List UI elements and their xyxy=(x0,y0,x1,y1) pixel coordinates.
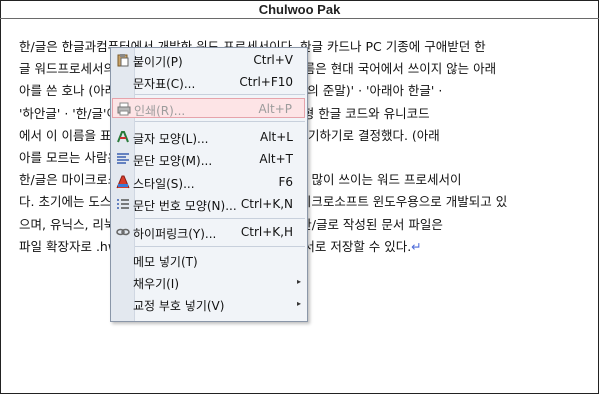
menu-separator xyxy=(135,121,305,122)
menu-item-paragraph-shape[interactable]: 문단 모양(M)... Alt+T xyxy=(112,149,305,169)
menu-item-char-shape[interactable]: 글자 모양(L)... Alt+L xyxy=(112,127,305,147)
style-icon xyxy=(116,175,130,189)
menu-separator xyxy=(135,218,305,219)
menu-item-insert-memo[interactable]: 메모 넣기(T) xyxy=(112,250,305,270)
menu-item-shortcut: Alt+T xyxy=(259,152,293,166)
menu-item-shortcut: Ctrl+V xyxy=(253,53,293,67)
menu-item-proof-marks[interactable]: 교정 부호 넣기(V) ▸ xyxy=(112,294,305,314)
submenu-arrow-icon: ▸ xyxy=(296,277,301,286)
window-title: Chulwoo Pak xyxy=(258,2,341,17)
menu-separator xyxy=(135,94,305,95)
menu-item-fill[interactable]: 채우기(I) ▸ xyxy=(112,272,305,292)
menu-item-label: 메모 넣기(T) xyxy=(133,255,198,269)
menu-item-numbering[interactable]: 문단 번호 모양(N)... Ctrl+K,N xyxy=(112,194,305,214)
menu-item-label: 인쇄(R)... xyxy=(134,104,186,118)
menu-item-label: 문단 번호 모양(N)... xyxy=(133,199,237,213)
menu-item-char-map[interactable]: 문자표(C)... Ctrl+F10 xyxy=(112,72,305,92)
menu-item-hyperlink[interactable]: 하이퍼링크(Y)... Ctrl+K,H xyxy=(112,222,305,242)
menu-item-style[interactable]: 스타일(S)... F6 xyxy=(112,172,305,192)
menu-item-shortcut: F6 xyxy=(278,175,293,189)
context-menu: 붙이기(P) Ctrl+V 문자표(C)... Ctrl+F10 인쇄(R)..… xyxy=(110,47,308,322)
menu-item-shortcut: Alt+L xyxy=(260,130,293,144)
print-icon xyxy=(117,102,131,116)
menu-item-label: 문자표(C)... xyxy=(133,77,196,91)
menu-item-shortcut: Ctrl+K,N xyxy=(240,197,293,211)
menu-item-label: 글자 모양(L)... xyxy=(133,132,209,146)
menu-item-shortcut: Ctrl+K,H xyxy=(240,225,293,239)
menu-item-print[interactable]: 인쇄(R)... Alt+P xyxy=(112,98,305,118)
menu-item-label: 하이퍼링크(Y)... xyxy=(133,227,217,241)
menu-item-shortcut: Alt+P xyxy=(258,102,292,116)
paragraph-mark: ↵ xyxy=(411,238,422,254)
submenu-arrow-icon: ▸ xyxy=(296,299,301,308)
menu-item-shortcut: Ctrl+F10 xyxy=(239,75,293,89)
char-shape-icon xyxy=(117,131,129,143)
numbering-icon xyxy=(117,199,129,209)
menu-item-paste[interactable]: 붙이기(P) Ctrl+V xyxy=(112,50,305,70)
menu-item-label: 문단 모양(M)... xyxy=(133,154,213,168)
paragraph-shape-icon xyxy=(117,153,129,164)
hyperlink-icon xyxy=(116,228,130,236)
menu-item-label: 교정 부호 넣기(V) xyxy=(133,299,225,313)
menu-item-label: 채우기(I) xyxy=(133,277,180,291)
title-divider xyxy=(0,18,599,19)
menu-item-label: 붙이기(P) xyxy=(133,55,183,69)
menu-item-label: 스타일(S)... xyxy=(133,177,195,191)
paste-icon xyxy=(117,54,129,67)
menu-separator xyxy=(135,246,305,247)
